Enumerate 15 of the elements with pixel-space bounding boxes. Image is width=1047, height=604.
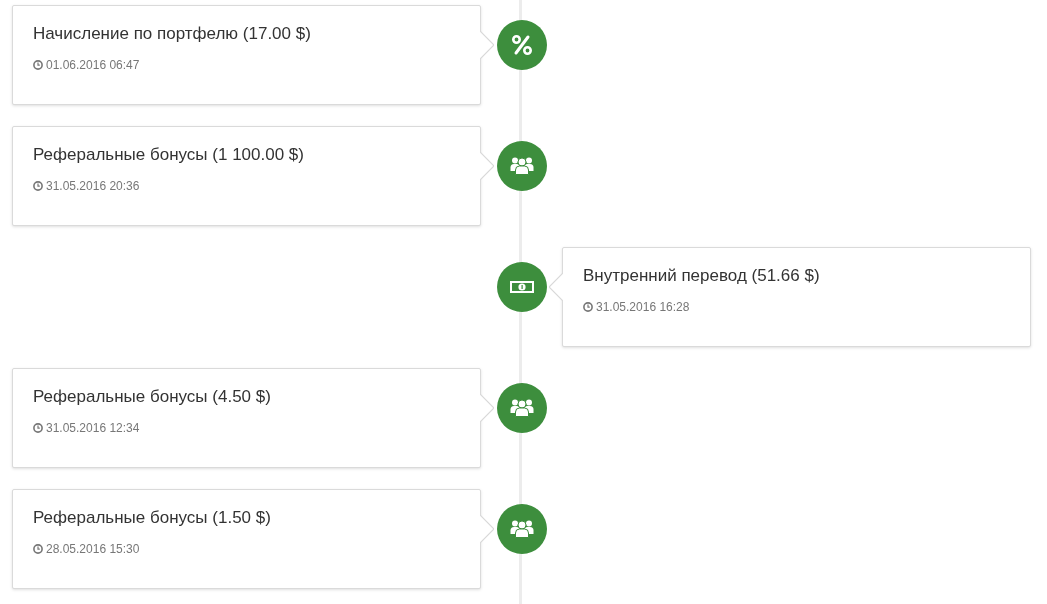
- event-time: 01.06.2016 06:47: [46, 57, 140, 73]
- event-title: Начисление по портфелю (17.00 $): [33, 24, 312, 44]
- clock-icon: [33, 60, 43, 70]
- event-title: Реферальные бонусы (1.50 $): [33, 508, 272, 528]
- event-title: Реферальные бонусы (4.50 $): [33, 387, 272, 407]
- event-time: 31.05.2016 16:28: [596, 299, 690, 315]
- clock-icon: [33, 544, 43, 554]
- clock-icon: [33, 423, 43, 433]
- clock-icon: [583, 302, 593, 312]
- event-title: Реферальные бонусы (1 100.00 $): [33, 145, 305, 165]
- event-time: 31.05.2016 20:36: [46, 178, 140, 194]
- clock-icon: [33, 181, 43, 191]
- event-title: Внутренний перевод (51.66 $): [583, 266, 821, 286]
- event-time: 31.05.2016 12:34: [46, 420, 140, 436]
- event-time: 28.05.2016 15:30: [46, 541, 140, 557]
